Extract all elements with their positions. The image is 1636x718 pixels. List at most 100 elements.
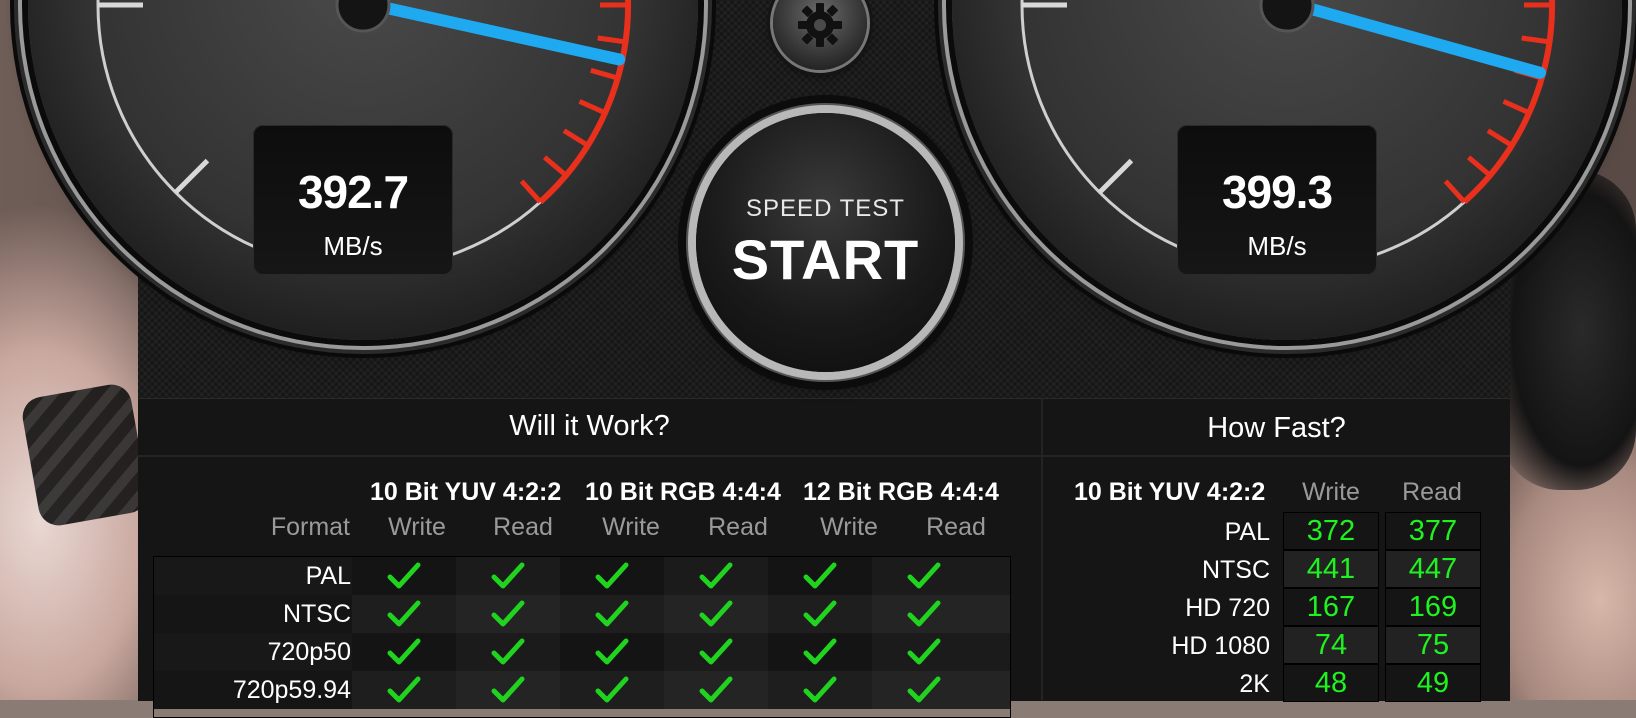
read-redline-tick	[1443, 179, 1467, 204]
checkmark-icon	[803, 638, 837, 665]
how-fast-format-label: NTSC	[1201, 556, 1270, 584]
speed-test-start-button[interactable]: SPEED TEST START	[696, 113, 955, 372]
checkmark-icon	[595, 676, 629, 703]
checkmark-icon	[387, 638, 421, 665]
write-redline-tick	[562, 128, 590, 148]
checkmark-icon	[595, 600, 629, 627]
gear-icon	[798, 3, 842, 47]
how-fast-group-header: 10 Bit YUV 4:2:2	[1074, 478, 1266, 506]
format-row-720p5994: 720p59.94	[232, 676, 351, 704]
result-cell	[872, 633, 1011, 671]
result-cell	[560, 633, 665, 671]
result-cell	[872, 595, 1011, 633]
background-grip	[19, 381, 151, 529]
how-fast-format-label: HD 1080	[1171, 632, 1270, 660]
result-cell	[664, 557, 769, 595]
how-fast-write-header: Write	[1302, 478, 1360, 506]
checkmark-icon	[387, 562, 421, 589]
result-cell	[456, 557, 561, 595]
write-redline-tick	[578, 99, 607, 116]
checkmark-icon	[907, 600, 941, 627]
how-fast-read-value: 49	[1385, 664, 1481, 702]
checkmark-icon	[907, 638, 941, 665]
how-fast-read-value: 377	[1385, 512, 1481, 550]
format-row-pal: PAL	[305, 562, 351, 590]
result-cell	[456, 595, 561, 633]
how-fast-write-value: 74	[1283, 626, 1379, 664]
checkmark-icon	[595, 638, 629, 665]
read-gauge: 399.3 MB/s	[952, 0, 1622, 340]
how-fast-format-label: HD 720	[1185, 594, 1270, 622]
read-redline-tick	[1521, 35, 1550, 45]
result-cell	[664, 595, 769, 633]
result-cell	[768, 671, 873, 709]
checkmark-icon	[803, 676, 837, 703]
checkmark-icon	[699, 600, 733, 627]
checkmark-icon	[907, 676, 941, 703]
yuv-write-header: Write	[388, 513, 446, 541]
write-needle-hub	[335, 0, 391, 33]
group-header-10bit-rgb: 10 Bit RGB 4:4:4	[585, 478, 781, 506]
result-cell	[352, 557, 457, 595]
result-cell	[664, 633, 769, 671]
read-tick	[1097, 158, 1134, 195]
how-fast-write-value: 372	[1283, 512, 1379, 550]
write-needle	[367, 0, 626, 66]
write-redline-tick	[597, 35, 626, 45]
read-needle-hub	[1259, 0, 1315, 33]
will-it-work-title: Will it Work?	[509, 410, 670, 442]
checkmark-icon	[595, 562, 629, 589]
how-fast-format-label: PAL	[1224, 518, 1270, 546]
checkmark-icon	[491, 600, 525, 627]
group-header-10bit-yuv: 10 Bit YUV 4:2:2	[370, 478, 562, 506]
checkmark-icon	[491, 676, 525, 703]
checkmark-icon	[387, 676, 421, 703]
read-redline-tick	[1466, 155, 1492, 178]
write-redline-tick	[519, 179, 543, 204]
how-fast-write-value: 48	[1283, 664, 1379, 702]
how-fast-read-header: Read	[1402, 478, 1462, 506]
write-readout: 392.7 MB/s	[253, 125, 453, 275]
how-fast-read-value: 169	[1385, 588, 1481, 626]
write-speed-value: 392.7	[297, 166, 409, 218]
result-cell	[664, 671, 769, 709]
read-speed-value: 399.3	[1221, 166, 1333, 218]
checkmark-icon	[491, 638, 525, 665]
rgb10-read-header: Read	[708, 513, 768, 541]
result-cell	[456, 671, 561, 709]
write-speed-unit: MB/s	[323, 231, 383, 261]
checkmark-icon	[803, 600, 837, 627]
write-redline-tick	[590, 67, 619, 81]
result-cell	[560, 595, 665, 633]
how-fast-read-value: 75	[1385, 626, 1481, 664]
checkmark-icon	[803, 562, 837, 589]
write-gauge: 392.7 MB/s	[28, 0, 698, 340]
checkmark-icon	[699, 638, 733, 665]
how-fast-write-value: 441	[1283, 550, 1379, 588]
read-readout: 399.3 MB/s	[1177, 125, 1377, 275]
result-cell	[768, 633, 873, 671]
read-redline-tick	[1502, 99, 1531, 116]
result-cell	[352, 671, 457, 709]
checkmark-icon	[387, 600, 421, 627]
read-needle	[1291, 0, 1547, 79]
result-cell	[872, 557, 1011, 595]
group-header-12bit-rgb: 12 Bit RGB 4:4:4	[803, 478, 999, 506]
how-fast-read-value: 447	[1385, 550, 1481, 588]
rgb12-read-header: Read	[926, 513, 986, 541]
start-button-label: START	[731, 228, 920, 291]
checkmark-icon	[699, 676, 733, 703]
checkmark-icon	[699, 562, 733, 589]
write-tick	[173, 158, 210, 195]
start-button-caption: SPEED TEST	[746, 195, 905, 222]
how-fast-format-label: 2K	[1239, 670, 1270, 698]
result-cell	[352, 595, 457, 633]
read-redline-tick	[1486, 128, 1514, 148]
checkmark-icon	[491, 562, 525, 589]
rgb12-write-header: Write	[820, 513, 878, 541]
read-speed-unit: MB/s	[1247, 231, 1307, 261]
rgb10-write-header: Write	[602, 513, 660, 541]
format-row-ntsc: NTSC	[282, 600, 351, 628]
result-cell	[768, 557, 873, 595]
result-cell	[872, 671, 1011, 709]
